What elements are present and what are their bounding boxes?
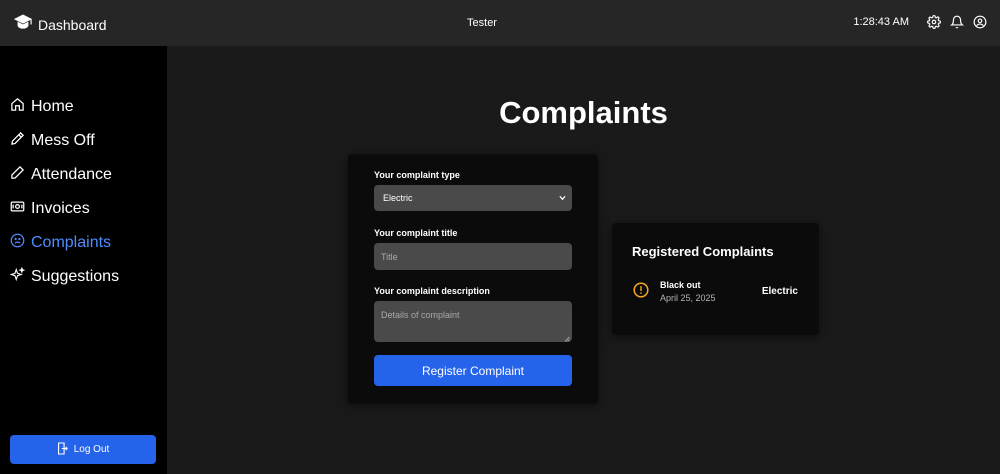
complaint-description-textarea[interactable]: Details of complaint [374, 301, 572, 342]
type-label: Your complaint type [374, 170, 460, 180]
pencil-icon [10, 165, 31, 185]
complaint-type: Electric [761, 286, 798, 297]
sidebar-item-label: Attendance [31, 166, 112, 183]
sidebar: Home Mess Off Attendance Invoices Compla… [0, 46, 167, 474]
title-label: Your complaint title [374, 228, 458, 238]
home-icon [10, 97, 31, 117]
top-bar: Dashboard Tester 1:28:43 AM [0, 0, 1000, 46]
logout-icon [57, 441, 74, 458]
user-name: Tester [467, 17, 497, 29]
resize-grip-icon[interactable] [564, 334, 570, 342]
header-tools: 1:28:43 AM [853, 14, 988, 30]
exclamation-circle-icon [633, 282, 649, 298]
registered-complaints-card: Registered Complaints Black out April 25… [612, 223, 819, 335]
sidebar-item-invoices[interactable]: Invoices [10, 192, 119, 226]
registered-heading: Registered Complaints [632, 244, 774, 259]
title-placeholder: Title [381, 251, 398, 262]
pen-icon [10, 131, 31, 151]
sidebar-nav: Home Mess Off Attendance Invoices Compla… [9, 90, 120, 294]
gear-icon[interactable] [926, 14, 942, 30]
sidebar-item-suggestions[interactable]: Suggestions [9, 260, 120, 294]
clock: 1:28:43 AM [853, 16, 909, 28]
complaint-form: Your complaint type Electric Your compla… [348, 154, 598, 404]
logout-button[interactable]: Log Out [10, 435, 156, 464]
complaint-title: Black out [660, 280, 701, 290]
sparkles-icon [9, 266, 31, 287]
sidebar-item-label: Suggestions [31, 268, 120, 285]
sidebar-item-label: Mess Off [31, 132, 95, 149]
user-circle-icon[interactable] [972, 14, 988, 30]
sad-face-icon [10, 233, 31, 253]
complaint-date: April 25, 2025 [660, 293, 716, 303]
bell-icon[interactable] [949, 14, 965, 30]
sidebar-item-label: Invoices [31, 200, 90, 217]
sidebar-item-label: Home [31, 98, 74, 115]
description-label: Your complaint description [374, 286, 490, 296]
sidebar-item-mess-off[interactable]: Mess Off [10, 124, 119, 158]
sidebar-item-label: Complaints [31, 234, 112, 251]
description-placeholder: Details of complaint [381, 310, 460, 320]
logout-label: Log Out [73, 444, 110, 455]
complaint-type-value: Electric [383, 193, 413, 203]
register-complaint-button[interactable]: Register Complaint [374, 355, 572, 386]
sidebar-item-attendance[interactable]: Attendance [10, 158, 119, 192]
sidebar-item-complaints[interactable]: Complaints [10, 226, 119, 260]
sidebar-item-home[interactable]: Home [10, 90, 119, 124]
page-title: Complaints [499, 95, 668, 130]
complaint-title-input[interactable]: Title [374, 243, 572, 270]
cash-icon [10, 199, 31, 219]
complaint-type-select[interactable]: Electric [374, 185, 572, 211]
